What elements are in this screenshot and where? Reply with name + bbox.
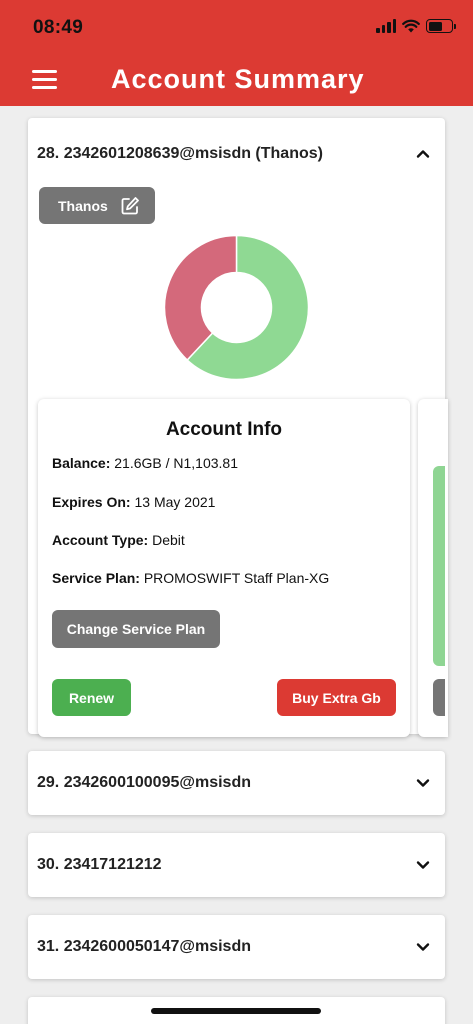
next-info-card-peek[interactable] — [418, 399, 448, 737]
peek-grey-button — [433, 679, 445, 716]
account-title: 31. 2342600050147@msisdn — [37, 938, 251, 955]
account-title: 29. 2342600100095@msisdn — [37, 774, 251, 791]
service-plan-value: PROMOSWIFT Staff Plan-XG — [143, 570, 330, 586]
status-icons — [376, 19, 456, 33]
account-card-expanded: 28. 2342601208639@msisdn (Thanos) Thanos… — [28, 118, 448, 737]
service-plan-row: Service Plan: PROMOSWIFT Staff Plan-XG — [52, 570, 329, 586]
account-card-collapsed[interactable]: 30. 23417121212 — [28, 833, 445, 897]
wifi-icon — [402, 19, 420, 33]
signal-icon — [376, 19, 396, 33]
change-service-plan-button[interactable]: Change Service Plan — [52, 610, 220, 648]
chevron-down-icon[interactable] — [415, 939, 431, 955]
renew-button[interactable]: Renew — [52, 679, 131, 716]
hamburger-menu-icon[interactable] — [32, 70, 57, 89]
account-card-collapsed[interactable]: 29. 2342600100095@msisdn — [28, 751, 445, 815]
account-type-row: Account Type: Debit — [52, 532, 185, 548]
expires-row: Expires On: 13 May 2021 — [52, 494, 215, 510]
account-info-heading: Account Info — [165, 419, 283, 440]
chevron-down-icon[interactable] — [415, 775, 431, 791]
chevron-up-icon[interactable] — [415, 146, 431, 162]
account-type-value: Debit — [152, 532, 185, 548]
account-card-collapsed[interactable]: 31. 2342600050147@msisdn — [28, 915, 445, 979]
chevron-down-icon[interactable] — [415, 857, 431, 873]
nickname-edit-button[interactable]: Thanos — [39, 187, 155, 224]
usage-donut-chart — [164, 235, 309, 380]
app-header: 08:49 Account Summary — [0, 0, 473, 106]
account-info-card: Account Info Balance: 21.6GB / N1,103.81… — [38, 399, 410, 737]
edit-icon — [121, 196, 139, 214]
balance-row: Balance: 21.6GB / N1,103.81 — [52, 455, 238, 471]
home-indicator — [151, 1008, 321, 1014]
service-plan-label: Service Plan: — [52, 570, 140, 586]
account-type-label: Account Type: — [52, 532, 149, 548]
peek-green-panel — [433, 466, 445, 666]
expires-value: 13 May 2021 — [134, 494, 216, 510]
page-title: Account Summary — [111, 64, 365, 94]
status-time: 08:49 — [33, 17, 84, 38]
expires-label: Expires On: — [52, 494, 131, 510]
balance-label: Balance: — [52, 455, 111, 471]
buy-extra-gb-button[interactable]: Buy Extra Gb — [277, 679, 396, 716]
battery-icon — [426, 19, 456, 33]
account-title: 30. 23417121212 — [37, 856, 162, 873]
nickname-label: Thanos — [58, 197, 108, 214]
balance-value: 21.6GB / N1,103.81 — [114, 455, 239, 471]
account-title[interactable]: 28. 2342601208639@msisdn (Thanos) — [37, 145, 323, 163]
